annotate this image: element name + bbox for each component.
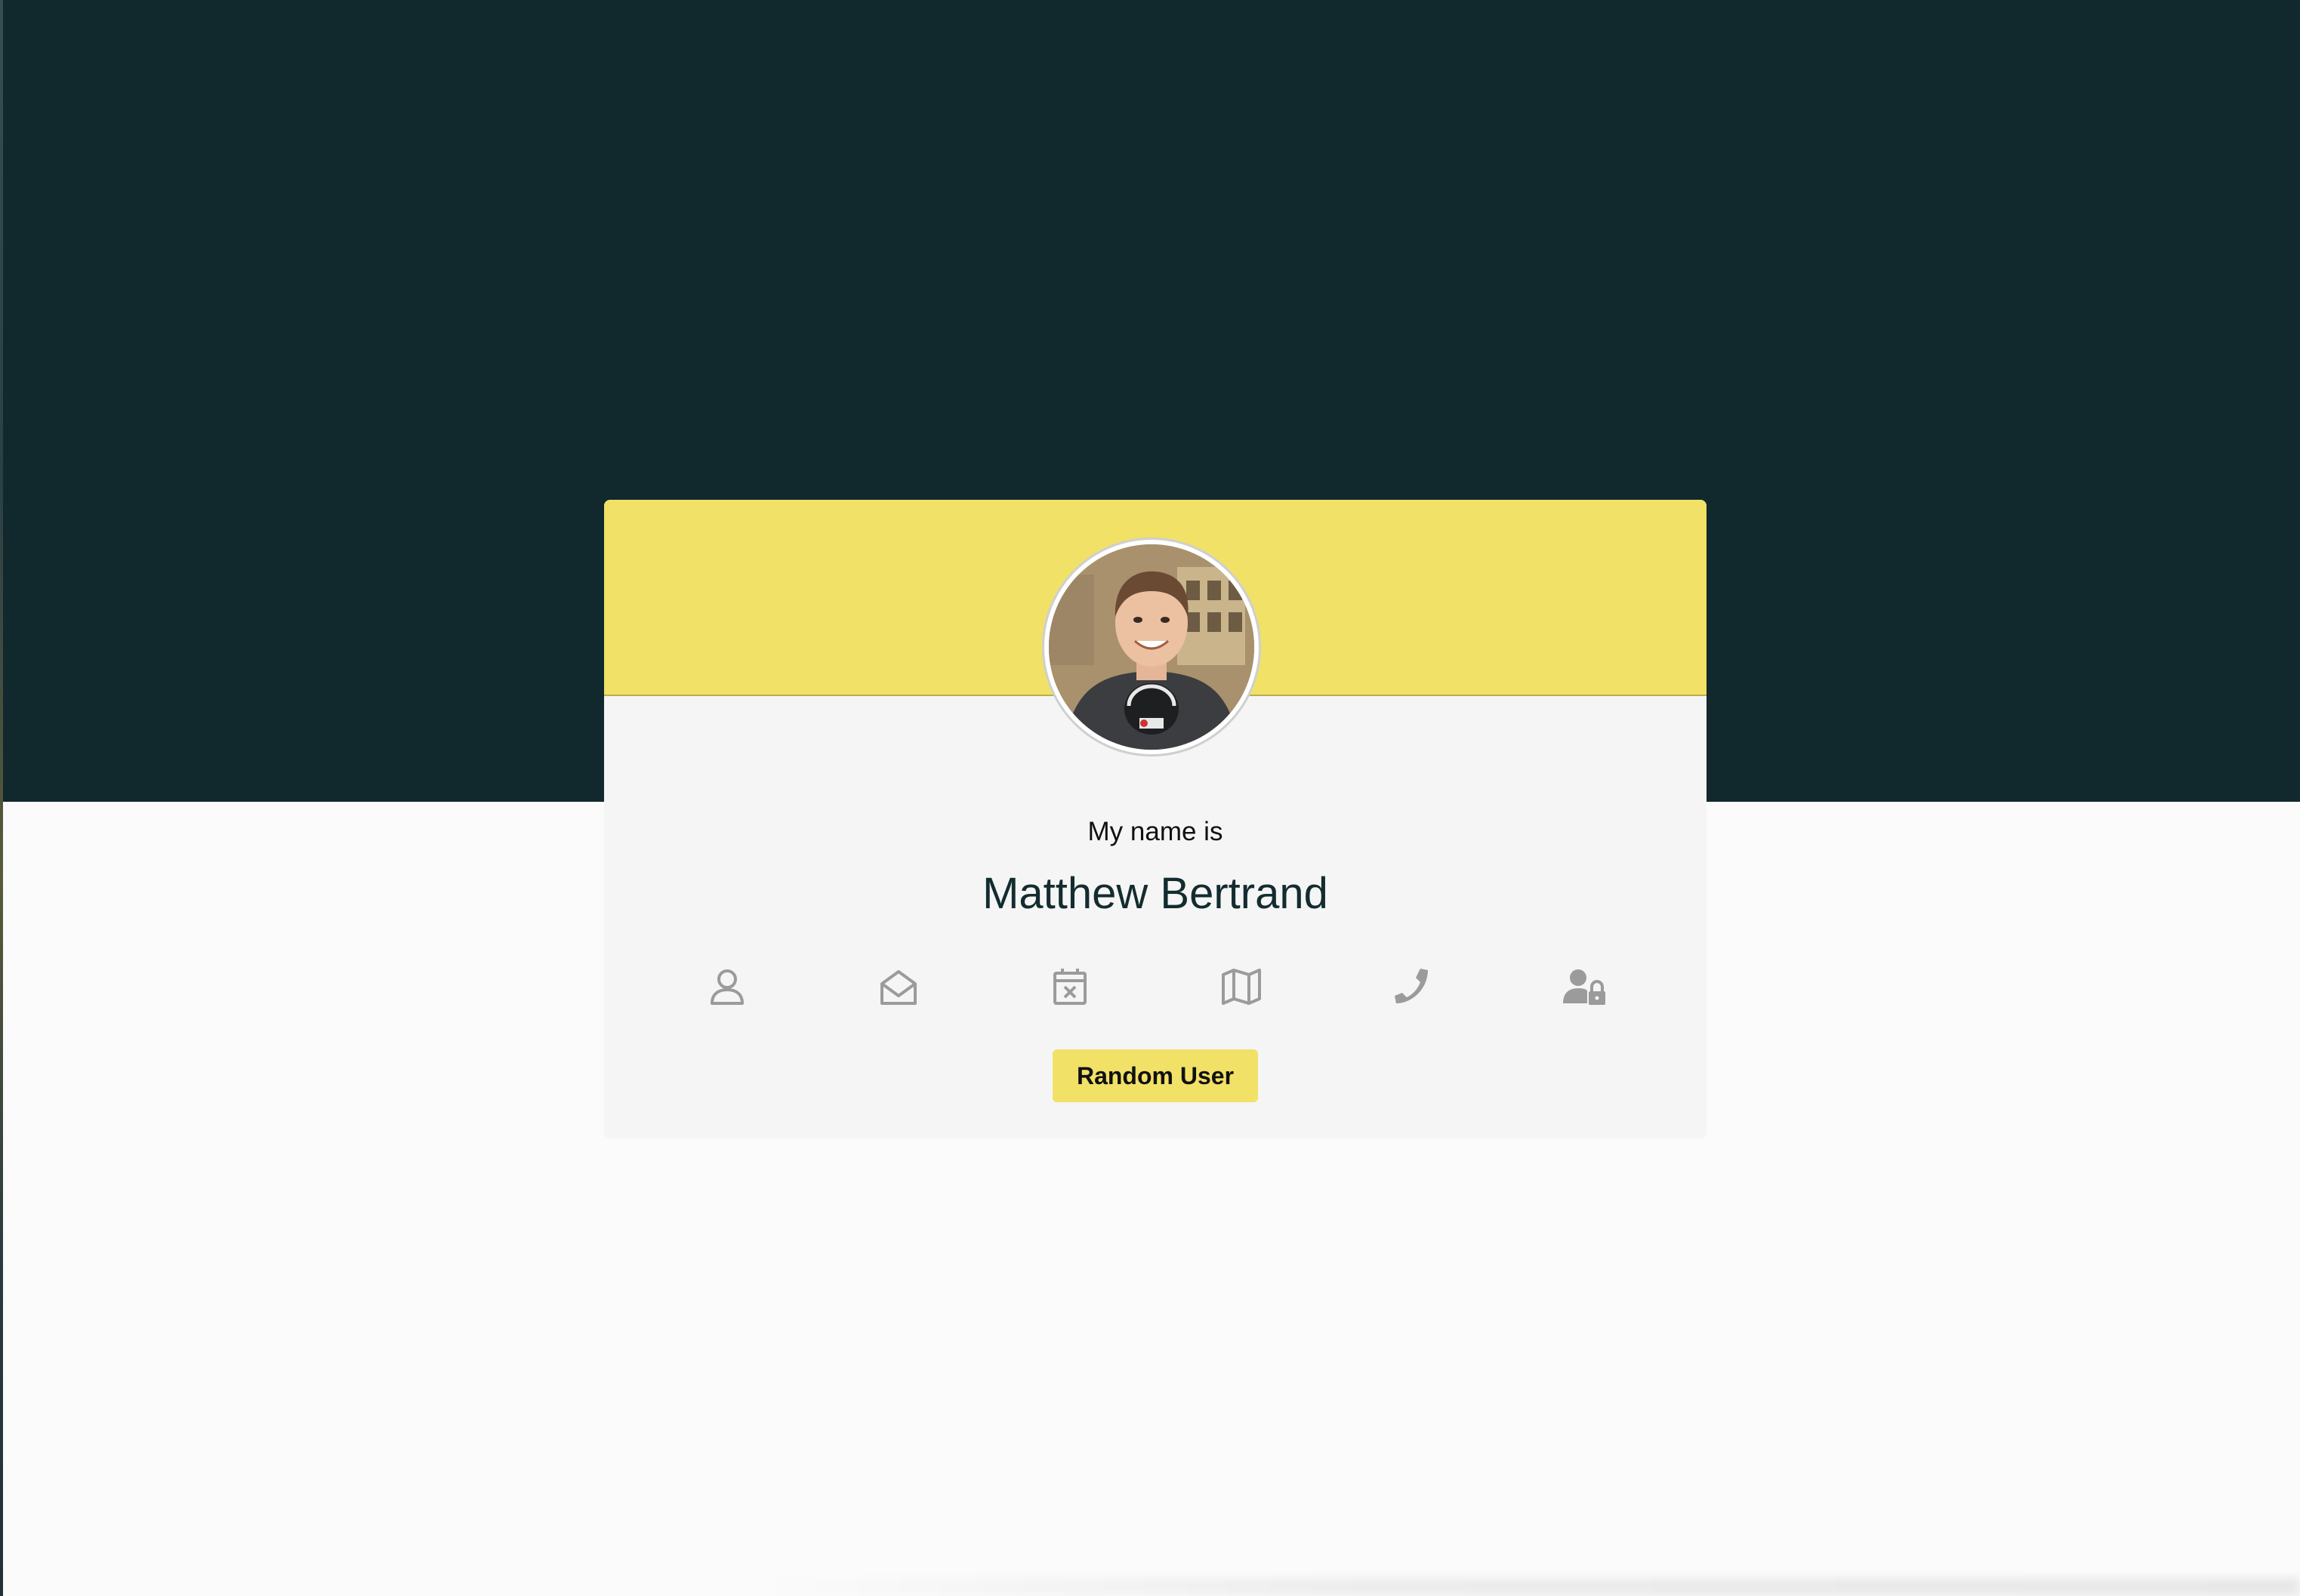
bottom-shadow [755,1578,2300,1596]
field-value: Matthew Bertrand [982,869,1328,918]
map-icon[interactable] [1211,953,1272,1021]
random-user-button[interactable]: Random User [1053,1049,1258,1102]
user-icon[interactable] [697,953,757,1021]
window-edge [0,0,3,1596]
field-label: My name is [1087,817,1223,846]
phone-icon[interactable] [1383,953,1443,1021]
user-card: My name is Matthew Bertrand Random User [604,500,1707,1138]
envelope-open-icon[interactable] [868,953,929,1021]
user-lock-icon[interactable] [1554,953,1614,1021]
calendar-icon[interactable] [1040,953,1100,1021]
avatar-photo [1049,544,1254,750]
avatar [1042,538,1261,756]
info-icon-bar [604,953,1707,1021]
